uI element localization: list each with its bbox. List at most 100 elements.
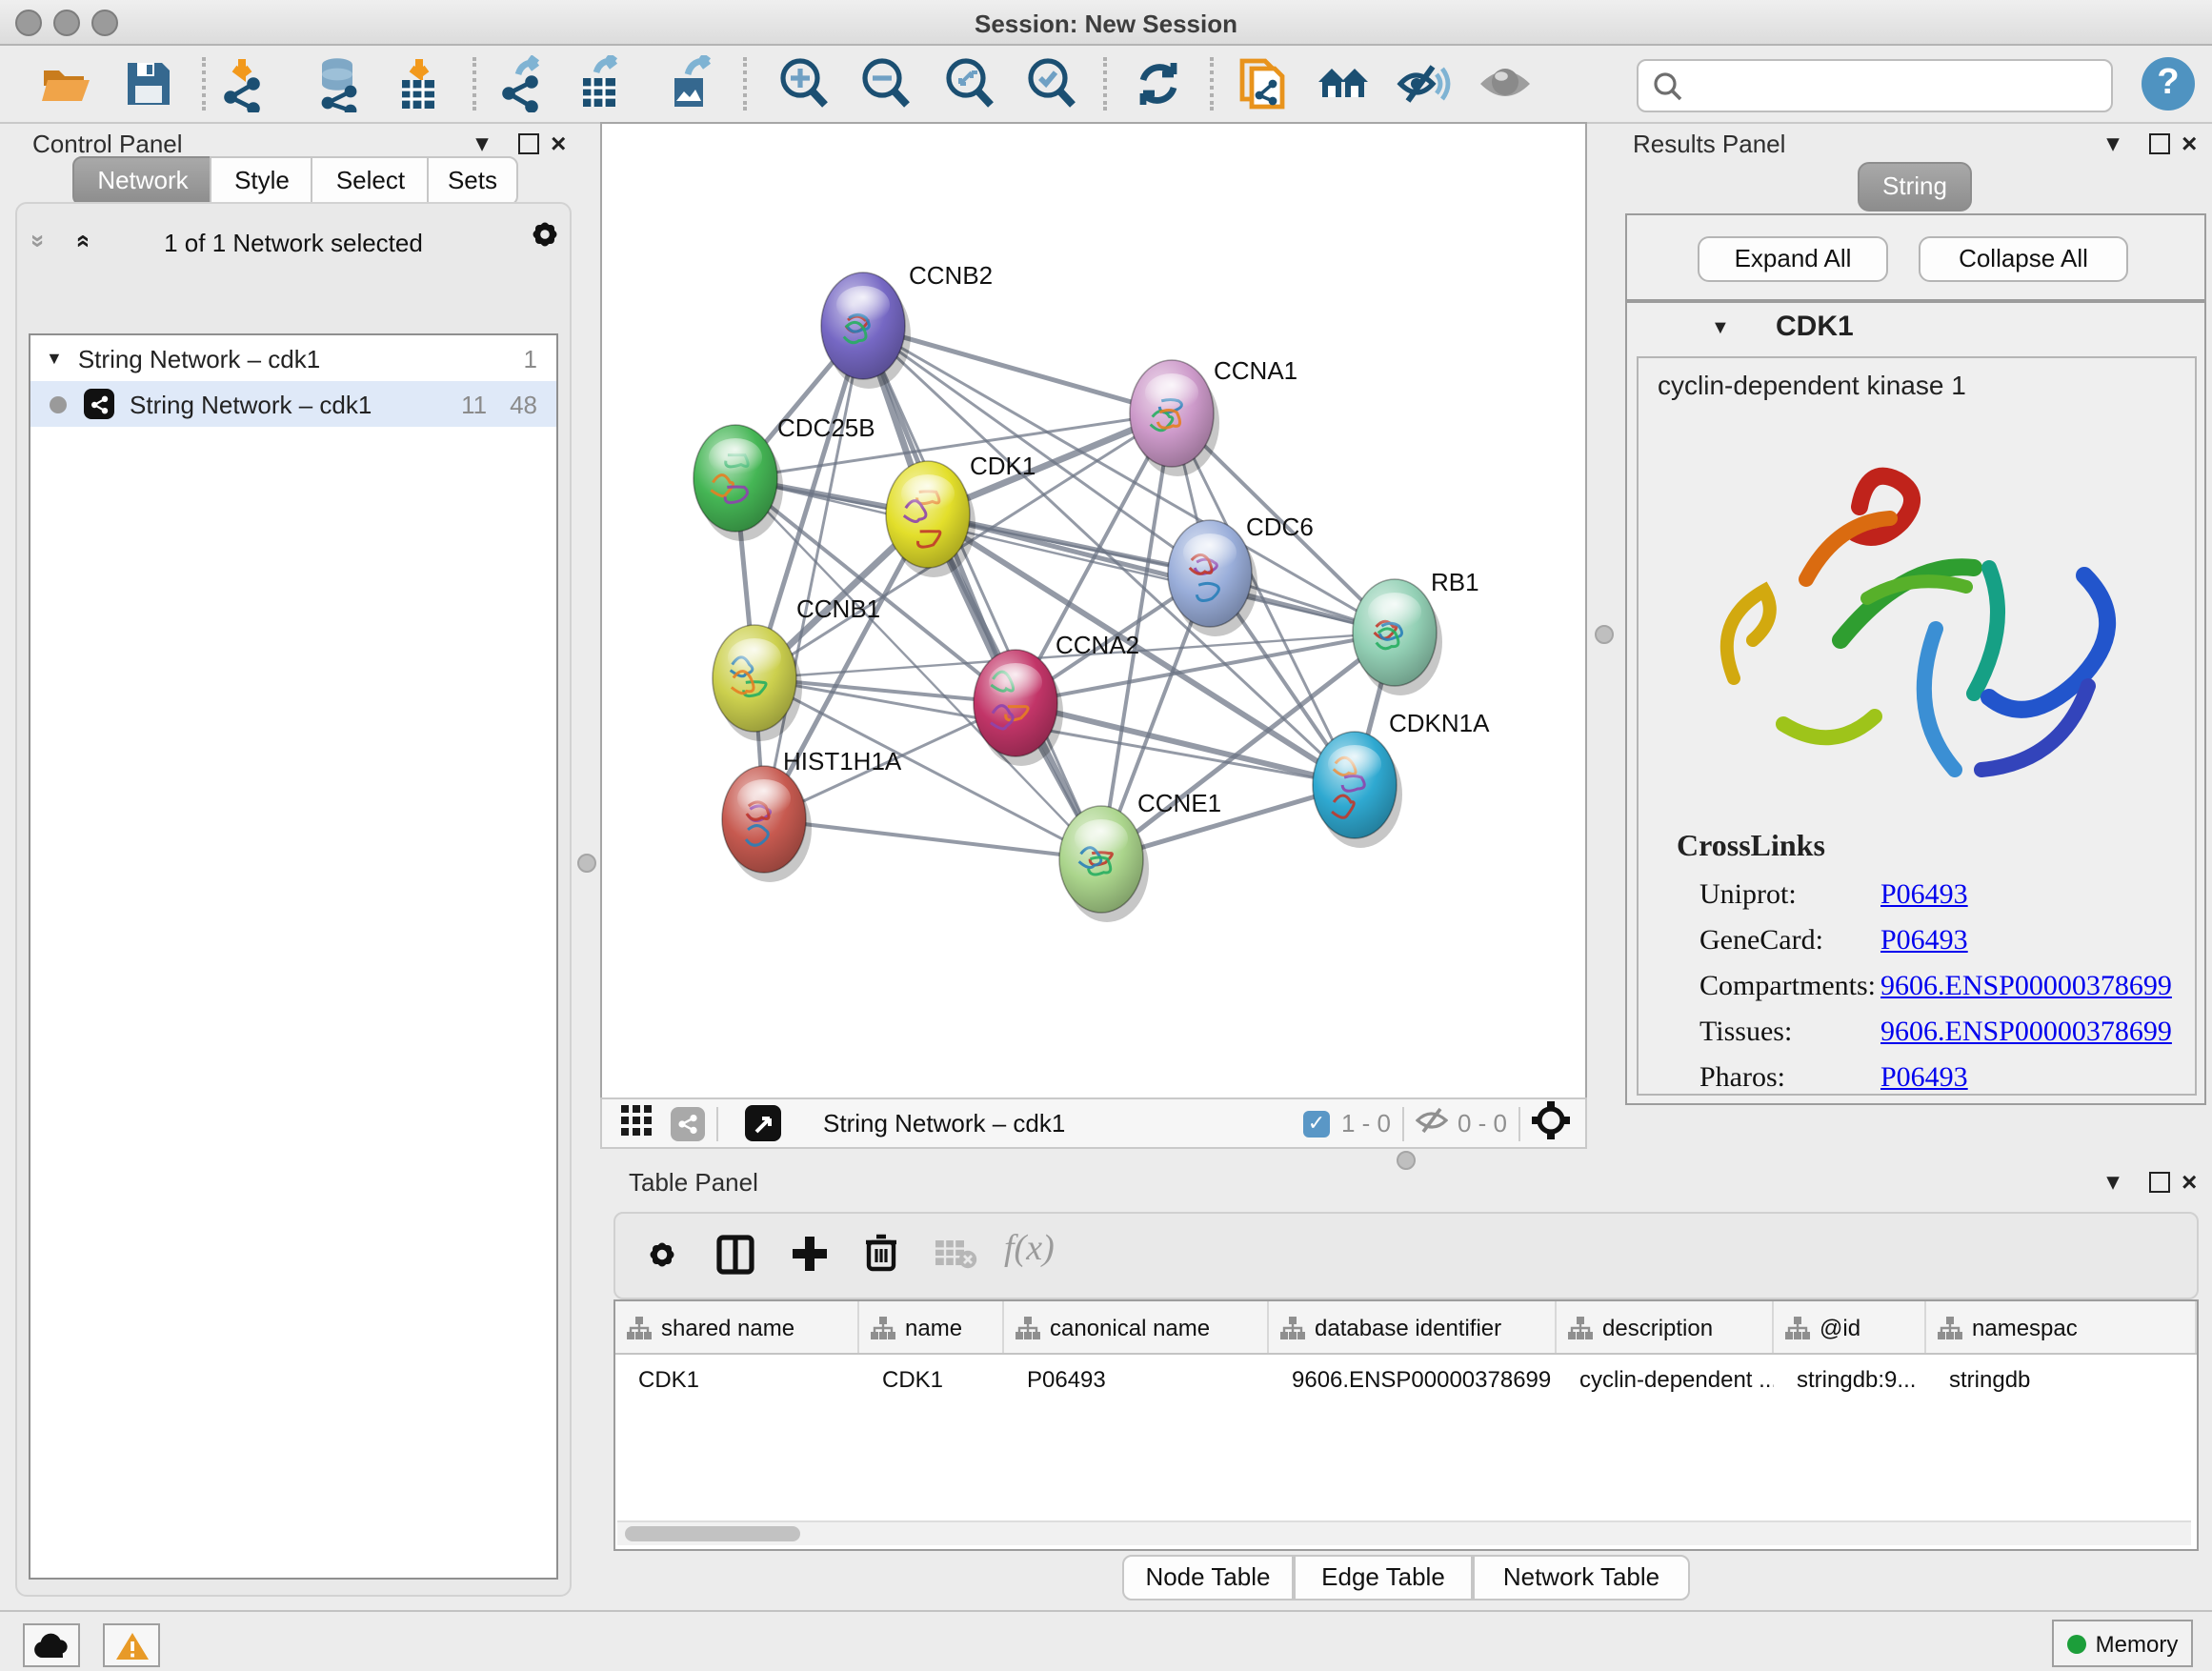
crosslink-link[interactable]: P06493 — [1880, 926, 1968, 958]
panel-close-icon[interactable]: × — [2182, 128, 2197, 158]
warnings-button[interactable] — [103, 1623, 160, 1667]
refresh-icon[interactable] — [1130, 55, 1187, 112]
network-edge-CCNA2-CDKN1A[interactable] — [1016, 703, 1355, 785]
crosslink-row: Pharos:P06493 — [1699, 1063, 2176, 1096]
panel-float-icon[interactable] — [2149, 133, 2170, 154]
network-graph[interactable]: CCNB2CCNA1CDC25BCDK1CDC6RB1CCNB1CCNA2CDK… — [602, 124, 1585, 1097]
search-box[interactable] — [1637, 59, 2113, 112]
zoom-in-icon[interactable] — [775, 55, 833, 112]
results-content-box: ▼ CDK1 cyclin-dependent kinase 1 — [1625, 301, 2206, 1105]
table-settings-gear-icon[interactable] — [644, 1237, 680, 1282]
export-table-icon[interactable] — [573, 55, 631, 112]
tab-network[interactable]: Network — [72, 156, 213, 206]
node-label-HIST1H1A: HIST1H1A — [783, 747, 902, 775]
footer-separator — [1402, 1106, 1404, 1140]
tab-node-table[interactable]: Node Table — [1122, 1555, 1294, 1601]
network-share-view-icon[interactable] — [671, 1106, 705, 1140]
table-cell[interactable]: stringdb — [1926, 1355, 2197, 1406]
tab-style[interactable]: Style — [210, 156, 314, 206]
crosslink-link[interactable]: P06493 — [1880, 1063, 1968, 1096]
network-edge-CCNB2-HIST1H1A[interactable] — [764, 326, 863, 819]
tab-edge-table[interactable]: Edge Table — [1294, 1555, 1473, 1601]
scrollbar-thumb[interactable] — [625, 1526, 800, 1541]
save-session-icon[interactable] — [120, 55, 177, 112]
crosslink-label: Compartments: — [1699, 972, 1880, 1004]
crosslink-link[interactable]: 9606.ENSP00000378699 — [1880, 1017, 2172, 1050]
detach-view-icon[interactable] — [745, 1105, 781, 1141]
crosslinks-list: Uniprot:P06493GeneCard:P06493Compartment… — [1699, 880, 2176, 1109]
hide-selection-eye-icon[interactable] — [1395, 55, 1452, 112]
table-horizontal-scrollbar[interactable] — [617, 1520, 2191, 1545]
show-columns-icon[interactable] — [716, 1235, 754, 1284]
column-header-canonical-name[interactable]: canonical name — [1004, 1301, 1269, 1353]
crosslink-label: GeneCard: — [1699, 926, 1880, 958]
import-table-icon[interactable] — [391, 55, 448, 112]
export-image-icon[interactable] — [663, 55, 720, 112]
collapse-all-button[interactable]: Collapse All — [1919, 236, 2128, 282]
column-header-shared-name[interactable]: shared name — [615, 1301, 859, 1353]
help-button[interactable]: ? — [2142, 57, 2195, 111]
delete-column-trash-icon[interactable] — [863, 1233, 899, 1282]
column-header--id[interactable]: @id — [1774, 1301, 1926, 1353]
main-toolbar: ? — [0, 46, 2212, 124]
show-selection-eye-icon[interactable] — [1477, 55, 1534, 112]
collapse-all-networks-icon[interactable]: » — [25, 234, 53, 248]
expand-all-button[interactable]: Expand All — [1698, 236, 1888, 282]
table-cell[interactable]: CDK1 — [859, 1355, 1004, 1406]
share-document-icon[interactable] — [1235, 55, 1292, 112]
birds-eye-view-icon[interactable] — [1532, 1101, 1570, 1145]
tab-string[interactable]: String — [1858, 162, 1972, 211]
node-label-CDC25B: CDC25B — [777, 413, 875, 442]
panel-menu-icon[interactable]: ▾ — [476, 130, 488, 156]
table-cell[interactable]: CDK1 — [615, 1355, 859, 1406]
hidden-eye-icon[interactable] — [1416, 1107, 1448, 1139]
column-header-namespac[interactable]: namespac — [1926, 1301, 2197, 1353]
table-cell[interactable]: 9606.ENSP00000378699 — [1269, 1355, 1557, 1406]
export-network-icon[interactable] — [495, 55, 553, 112]
tab-select[interactable]: Select — [311, 156, 431, 206]
delete-table-icon — [935, 1238, 977, 1278]
panel-close-icon[interactable]: × — [551, 128, 566, 158]
network-row[interactable]: String Network – cdk1 11 48 — [30, 381, 556, 427]
collapse-triangle-icon[interactable]: ▼ — [46, 349, 63, 368]
panel-close-icon[interactable]: × — [2182, 1166, 2197, 1197]
zoom-selected-icon[interactable] — [1023, 55, 1080, 112]
grid-view-icon[interactable] — [621, 1105, 652, 1141]
gene-collapse-triangle-icon[interactable]: ▼ — [1711, 318, 1730, 339]
network-edge-CDK1-RB1[interactable] — [928, 514, 1395, 633]
cloud-button[interactable] — [23, 1623, 80, 1667]
zoom-fit-icon[interactable] — [941, 55, 998, 112]
column-header-name[interactable]: name — [859, 1301, 1004, 1353]
table-row[interactable]: CDK1CDK1P064939606.ENSP00000378699cyclin… — [615, 1355, 2197, 1406]
network-options-gear-icon[interactable] — [528, 217, 562, 261]
home-pages-icon[interactable] — [1315, 55, 1372, 112]
search-input[interactable] — [1692, 70, 2111, 101]
network-edge-CCNB2-CCNE1[interactable] — [863, 326, 1101, 859]
selected-checkbox-icon[interactable]: ✓ — [1303, 1110, 1330, 1137]
network-edge-HIST1H1A-CCNE1[interactable] — [764, 819, 1101, 859]
column-header-description[interactable]: description — [1557, 1301, 1774, 1353]
memory-button[interactable]: Memory — [2052, 1620, 2193, 1667]
zoom-out-icon[interactable] — [857, 55, 915, 112]
panel-menu-icon[interactable]: ▾ — [2107, 130, 2119, 156]
column-header-database-identifier[interactable]: database identifier — [1269, 1301, 1557, 1353]
open-session-icon[interactable] — [38, 55, 95, 112]
add-column-icon[interactable] — [791, 1235, 829, 1282]
left-splitter-handle[interactable] — [577, 854, 596, 873]
table-cell[interactable]: stringdb:9... — [1774, 1355, 1926, 1406]
tab-network-table[interactable]: Network Table — [1473, 1555, 1690, 1601]
panel-float-icon[interactable] — [518, 133, 539, 154]
panel-float-icon[interactable] — [2149, 1172, 2170, 1193]
panel-menu-icon[interactable]: ▾ — [2107, 1168, 2119, 1195]
import-network-database-icon[interactable] — [312, 55, 370, 112]
table-cell[interactable]: cyclin-dependent ... — [1557, 1355, 1774, 1406]
table-cell[interactable]: P06493 — [1004, 1355, 1269, 1406]
crosslink-link[interactable]: P06493 — [1880, 880, 1968, 913]
right-splitter-handle[interactable] — [1595, 625, 1614, 644]
network-canvas[interactable]: CCNB2CCNA1CDC25BCDK1CDC6RB1CCNB1CCNA2CDK… — [600, 122, 1587, 1099]
import-network-file-icon[interactable] — [217, 55, 274, 112]
expand-all-networks-icon[interactable]: » — [67, 234, 95, 248]
crosslink-link[interactable]: 9606.ENSP00000378699 — [1880, 972, 2172, 1004]
network-collection-row[interactable]: ▼ String Network – cdk1 1 — [30, 335, 556, 381]
tab-sets[interactable]: Sets — [427, 156, 518, 206]
